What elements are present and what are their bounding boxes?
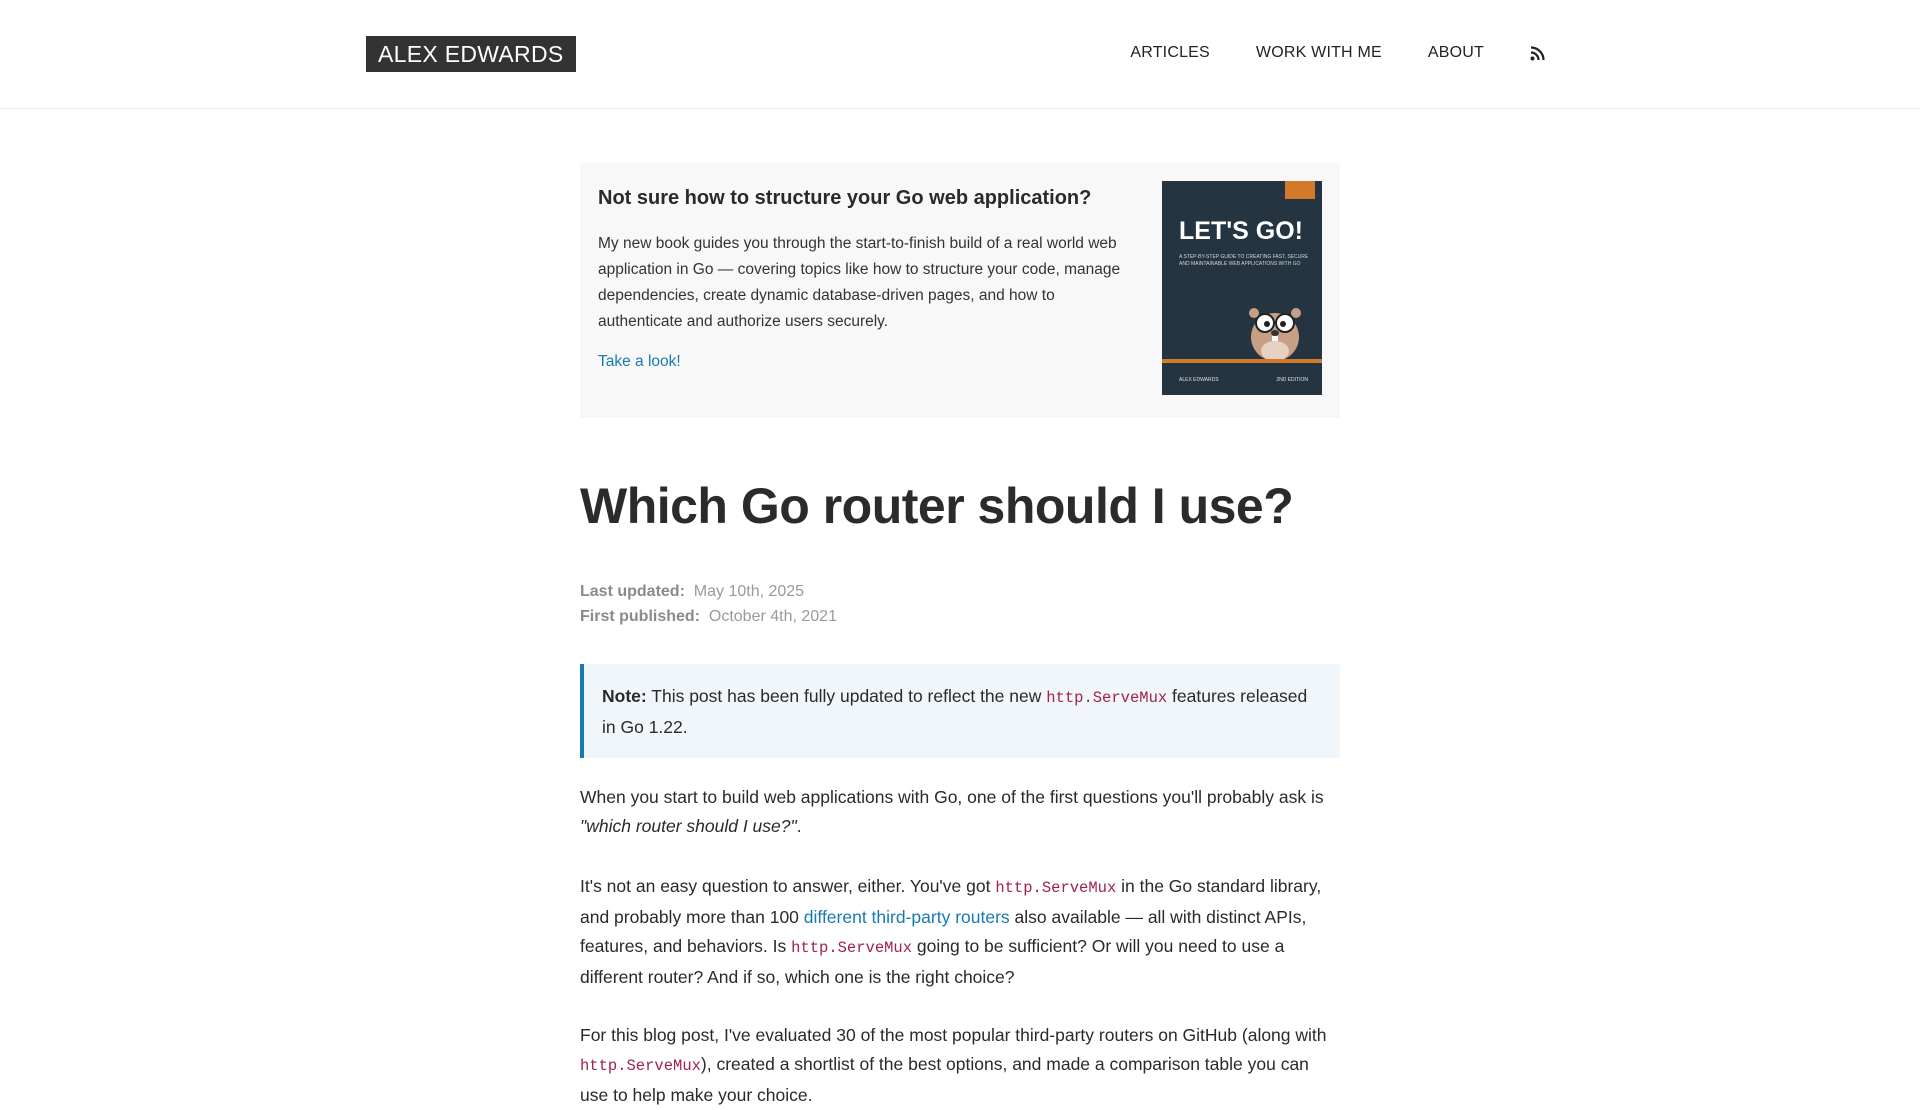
paragraph-2: It's not an easy question to answer, eit…: [580, 872, 1340, 992]
note-text: This post has been fully updated to refl…: [651, 686, 1042, 706]
p2-code-1: http.ServeMux: [995, 879, 1117, 897]
last-updated-date: May 10th, 2025: [693, 583, 805, 600]
note-code: http.ServeMux: [1046, 689, 1168, 707]
book-stripe: [1162, 359, 1322, 363]
book-tag: [1285, 181, 1315, 199]
nav-work-with-me[interactable]: WORK WITH ME: [1256, 44, 1382, 62]
site-logo[interactable]: ALEX EDWARDS: [366, 36, 576, 72]
gopher-illustration: [1242, 299, 1308, 364]
site-header: ALEX EDWARDS ARTICLES WORK WITH ME ABOUT: [0, 0, 1920, 109]
update-note: Note: This post has been fully updated t…: [580, 664, 1340, 758]
book-promo: Not sure how to structure your Go web ap…: [580, 163, 1340, 418]
p3-text-a: For this blog post, I've evaluated 30 of…: [580, 1025, 1327, 1045]
promo-body: My new book guides you through the start…: [598, 235, 1121, 330]
page-title: Which Go router should I use?: [580, 478, 1294, 534]
nav-about[interactable]: ABOUT: [1428, 44, 1484, 62]
nav-articles[interactable]: ARTICLES: [1130, 44, 1210, 62]
main-content: Not sure how to structure your Go web ap…: [580, 163, 1340, 1105]
book-author: ALEX EDWARDS: [1179, 377, 1219, 383]
promo-link[interactable]: Take a look!: [598, 353, 681, 371]
rss-icon[interactable]: [1530, 45, 1545, 61]
last-updated-label: Last updated:: [580, 583, 685, 600]
p1-end: .: [796, 816, 802, 836]
p2-text-a: It's not an easy question to answer, eit…: [580, 876, 991, 896]
post-meta: Last updated: May 10th, 2025 First publi…: [580, 579, 837, 629]
p1-text: When you start to build web applications…: [580, 787, 1324, 807]
book-title: LET'S GO!: [1179, 217, 1303, 245]
paragraph-3: For this blog post, I've evaluated 30 of…: [580, 1021, 1340, 1110]
p3-code: http.ServeMux: [580, 1057, 701, 1075]
first-published-date: October 4th, 2021: [708, 608, 837, 625]
note-label: Note:: [602, 686, 647, 706]
book-subtitle: A STEP-BY-STEP GUIDE TO CREATING FAST, S…: [1179, 254, 1309, 267]
promo-title: Not sure how to structure your Go web ap…: [598, 187, 1092, 209]
first-published-label: First published:: [580, 608, 700, 625]
paragraph-1: When you start to build web applications…: [580, 783, 1340, 841]
p2-code-2: http.ServeMux: [791, 939, 913, 957]
third-party-routers-link[interactable]: different third-party routers: [804, 907, 1010, 927]
book-cover-image[interactable]: LET'S GO! A STEP-BY-STEP GUIDE TO CREATI…: [1162, 181, 1322, 395]
main-nav: ARTICLES WORK WITH ME ABOUT: [1130, 44, 1545, 62]
book-edition: 2ND EDITION: [1276, 377, 1308, 383]
p1-quote: "which router should I use?": [580, 816, 797, 836]
